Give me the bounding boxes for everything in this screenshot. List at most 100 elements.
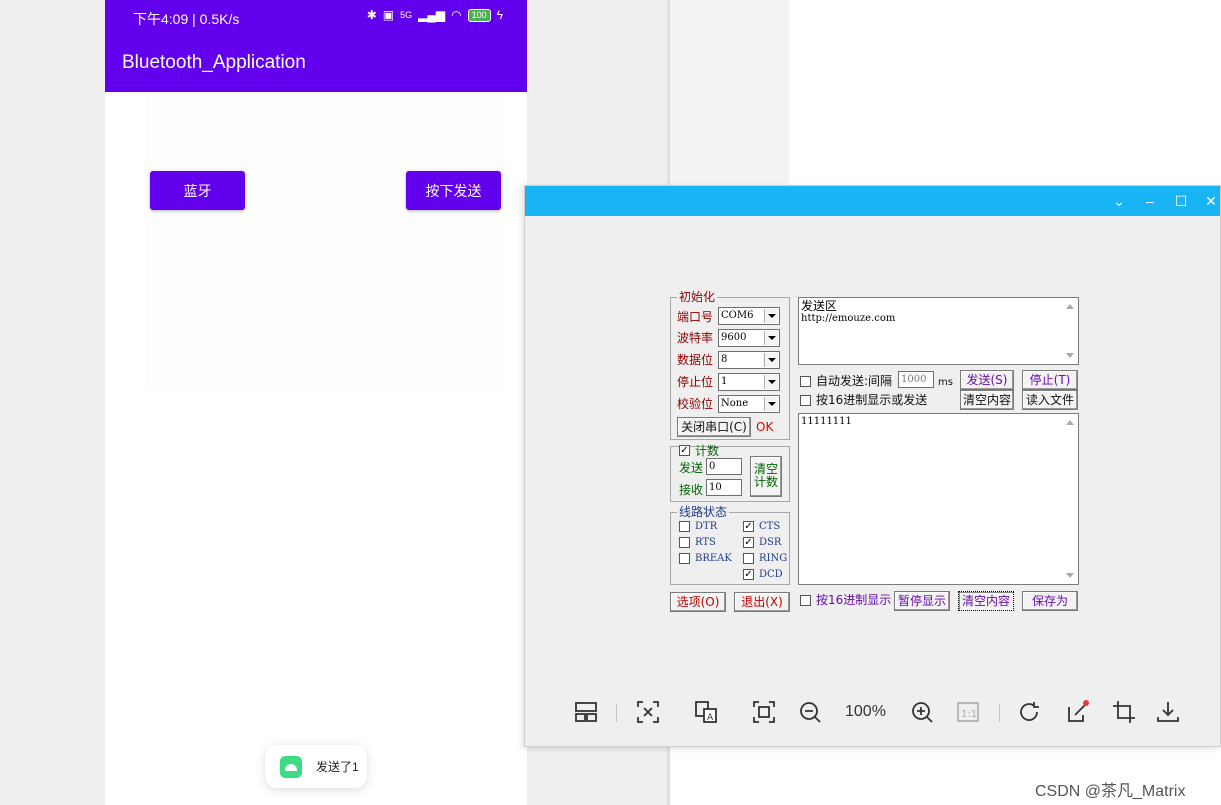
break-label: BREAK [695,553,732,564]
background-band [670,0,789,185]
content-area [145,96,505,391]
close-port-button[interactable]: 关闭串口(C) [677,417,751,437]
chevron-down-icon [764,397,778,411]
cts-checkbox[interactable]: ✓ [743,521,754,532]
hex-display-label: 按16进制显示 [816,593,892,607]
scroll-down-icon [1066,573,1074,578]
viewer-titlebar: ⌄ – ☐ ✕ [525,186,1220,216]
close-icon[interactable]: ✕ [1201,192,1221,210]
signal-label: 5G [400,10,413,20]
receive-scrollbar[interactable] [1063,414,1078,584]
pause-display-button[interactable]: 暂停显示 [894,591,950,611]
send-textarea[interactable]: 发送区 http://emouze.com [798,297,1079,365]
recv-count-label: 接收 [679,483,704,497]
stopbits-label: 停止位 [677,375,714,389]
status-icons: ✱ ▣ 5G ▂▄▆ ◠ 100 ϟ [367,8,503,22]
baud-label: 波特率 [677,331,714,345]
ring-label: RING [759,553,788,564]
rts-checkbox[interactable] [679,537,690,548]
count-checkbox[interactable]: ✓ [679,445,690,456]
clear-count-line2: 计数 [753,475,778,489]
count-label: 计数 [695,444,720,458]
receive-textarea[interactable]: 11111111 [798,413,1079,585]
rts-label: RTS [695,537,716,548]
app-title: Bluetooth_Application [122,52,306,73]
dtr-label: DTR [695,521,718,532]
scroll-up-icon [1066,420,1074,425]
clear-count-button[interactable]: 清空 计数 [750,456,782,497]
dcd-label: DCD [759,569,783,580]
press-send-button[interactable]: 按下发送 [406,171,501,210]
send-area-title: 发送区 [801,299,838,313]
wifi-icon: ◠ [451,8,462,22]
auto-send-checkbox[interactable] [800,376,811,387]
send-button[interactable]: 发送(S) [960,370,1014,390]
dsr-checkbox[interactable]: ✓ [743,537,754,548]
databits-select[interactable]: 8 [718,351,780,369]
save-as-button[interactable]: 保存为 [1022,591,1078,611]
ring-checkbox[interactable] [743,553,754,564]
recv-count-field[interactable]: 10 [706,479,742,496]
clear-content-button-2[interactable]: 清空内容 [958,591,1014,611]
exit-button[interactable]: 退出(X) [734,592,790,612]
read-file-button[interactable]: 读入文件 [1022,390,1078,410]
ocr-icon[interactable] [635,699,661,725]
chevron-down-icon [764,309,778,323]
hd-icon: ▣ [382,8,395,22]
rotate-icon[interactable] [1017,699,1043,725]
bluetooth-button[interactable]: 蓝牙 [150,171,245,210]
send-scrollbar[interactable] [1063,298,1078,364]
port-select[interactable]: COM6 [718,307,780,325]
chevron-down-icon [764,353,778,367]
databits-label: 数据位 [677,353,714,367]
line-state-title: 线路状态 [677,505,730,519]
status-ok: OK [756,420,774,434]
cts-label: CTS [759,521,781,532]
toast-text: 发送了1 [316,760,359,774]
interval-field[interactable]: 1000 [898,371,934,388]
battery-icon: 100 [467,8,491,22]
send-count-field[interactable]: 0 [706,458,742,475]
bluetooth-icon: ✱ [366,8,377,22]
port-label: 端口号 [677,310,714,324]
options-button[interactable]: 选项(O) [670,592,726,612]
layout-icon[interactable] [573,699,599,725]
translate-icon[interactable]: A [693,699,719,725]
fit-screen-icon[interactable] [751,699,777,725]
dcd-checkbox[interactable]: ✓ [743,569,754,580]
scroll-down-icon [1066,353,1074,358]
clear-content-button[interactable]: 清空内容 [960,390,1014,410]
toolbar-separator [999,704,1000,722]
chevron-down-icon[interactable]: ⌄ [1109,192,1129,210]
break-checkbox[interactable] [679,553,690,564]
actual-size-icon[interactable]: 1:1 [955,699,981,725]
minimize-icon[interactable]: – [1140,192,1160,210]
zoom-in-icon[interactable] [909,699,935,725]
init-title: 初始化 [677,290,718,304]
android-icon [280,755,302,778]
svg-text:A: A [707,713,714,723]
edit-icon[interactable] [1065,699,1091,725]
parity-label: 校验位 [677,397,714,411]
send-area-text: http://emouze.com [801,313,896,324]
serial-assistant: 初始化 端口号 COM6 波特率 9600 数据位 8 停止位 1 校验位 No… [670,290,1082,613]
parity-select[interactable]: None [718,395,780,413]
hex-send-checkbox[interactable] [800,395,811,406]
crop-icon[interactable] [1111,699,1137,725]
baud-value: 9600 [721,332,747,343]
zoom-level: 100% [845,703,886,720]
scroll-up-icon [1066,304,1074,309]
baud-select[interactable]: 9600 [718,329,780,347]
stopbits-select[interactable]: 1 [718,373,780,391]
zoom-out-icon[interactable] [797,699,823,725]
watermark: CSDN @茶凡_Matrix [1035,783,1186,800]
stopbits-value: 1 [721,376,728,387]
dsr-label: DSR [759,537,782,548]
send-count-label: 发送 [679,461,704,475]
dtr-checkbox[interactable] [679,521,690,532]
app-bar: Bluetooth_Application [105,32,527,92]
download-icon[interactable] [1155,699,1181,725]
hex-display-checkbox[interactable] [800,595,811,606]
maximize-icon[interactable]: ☐ [1171,192,1191,210]
stop-button[interactable]: 停止(T) [1022,370,1078,390]
